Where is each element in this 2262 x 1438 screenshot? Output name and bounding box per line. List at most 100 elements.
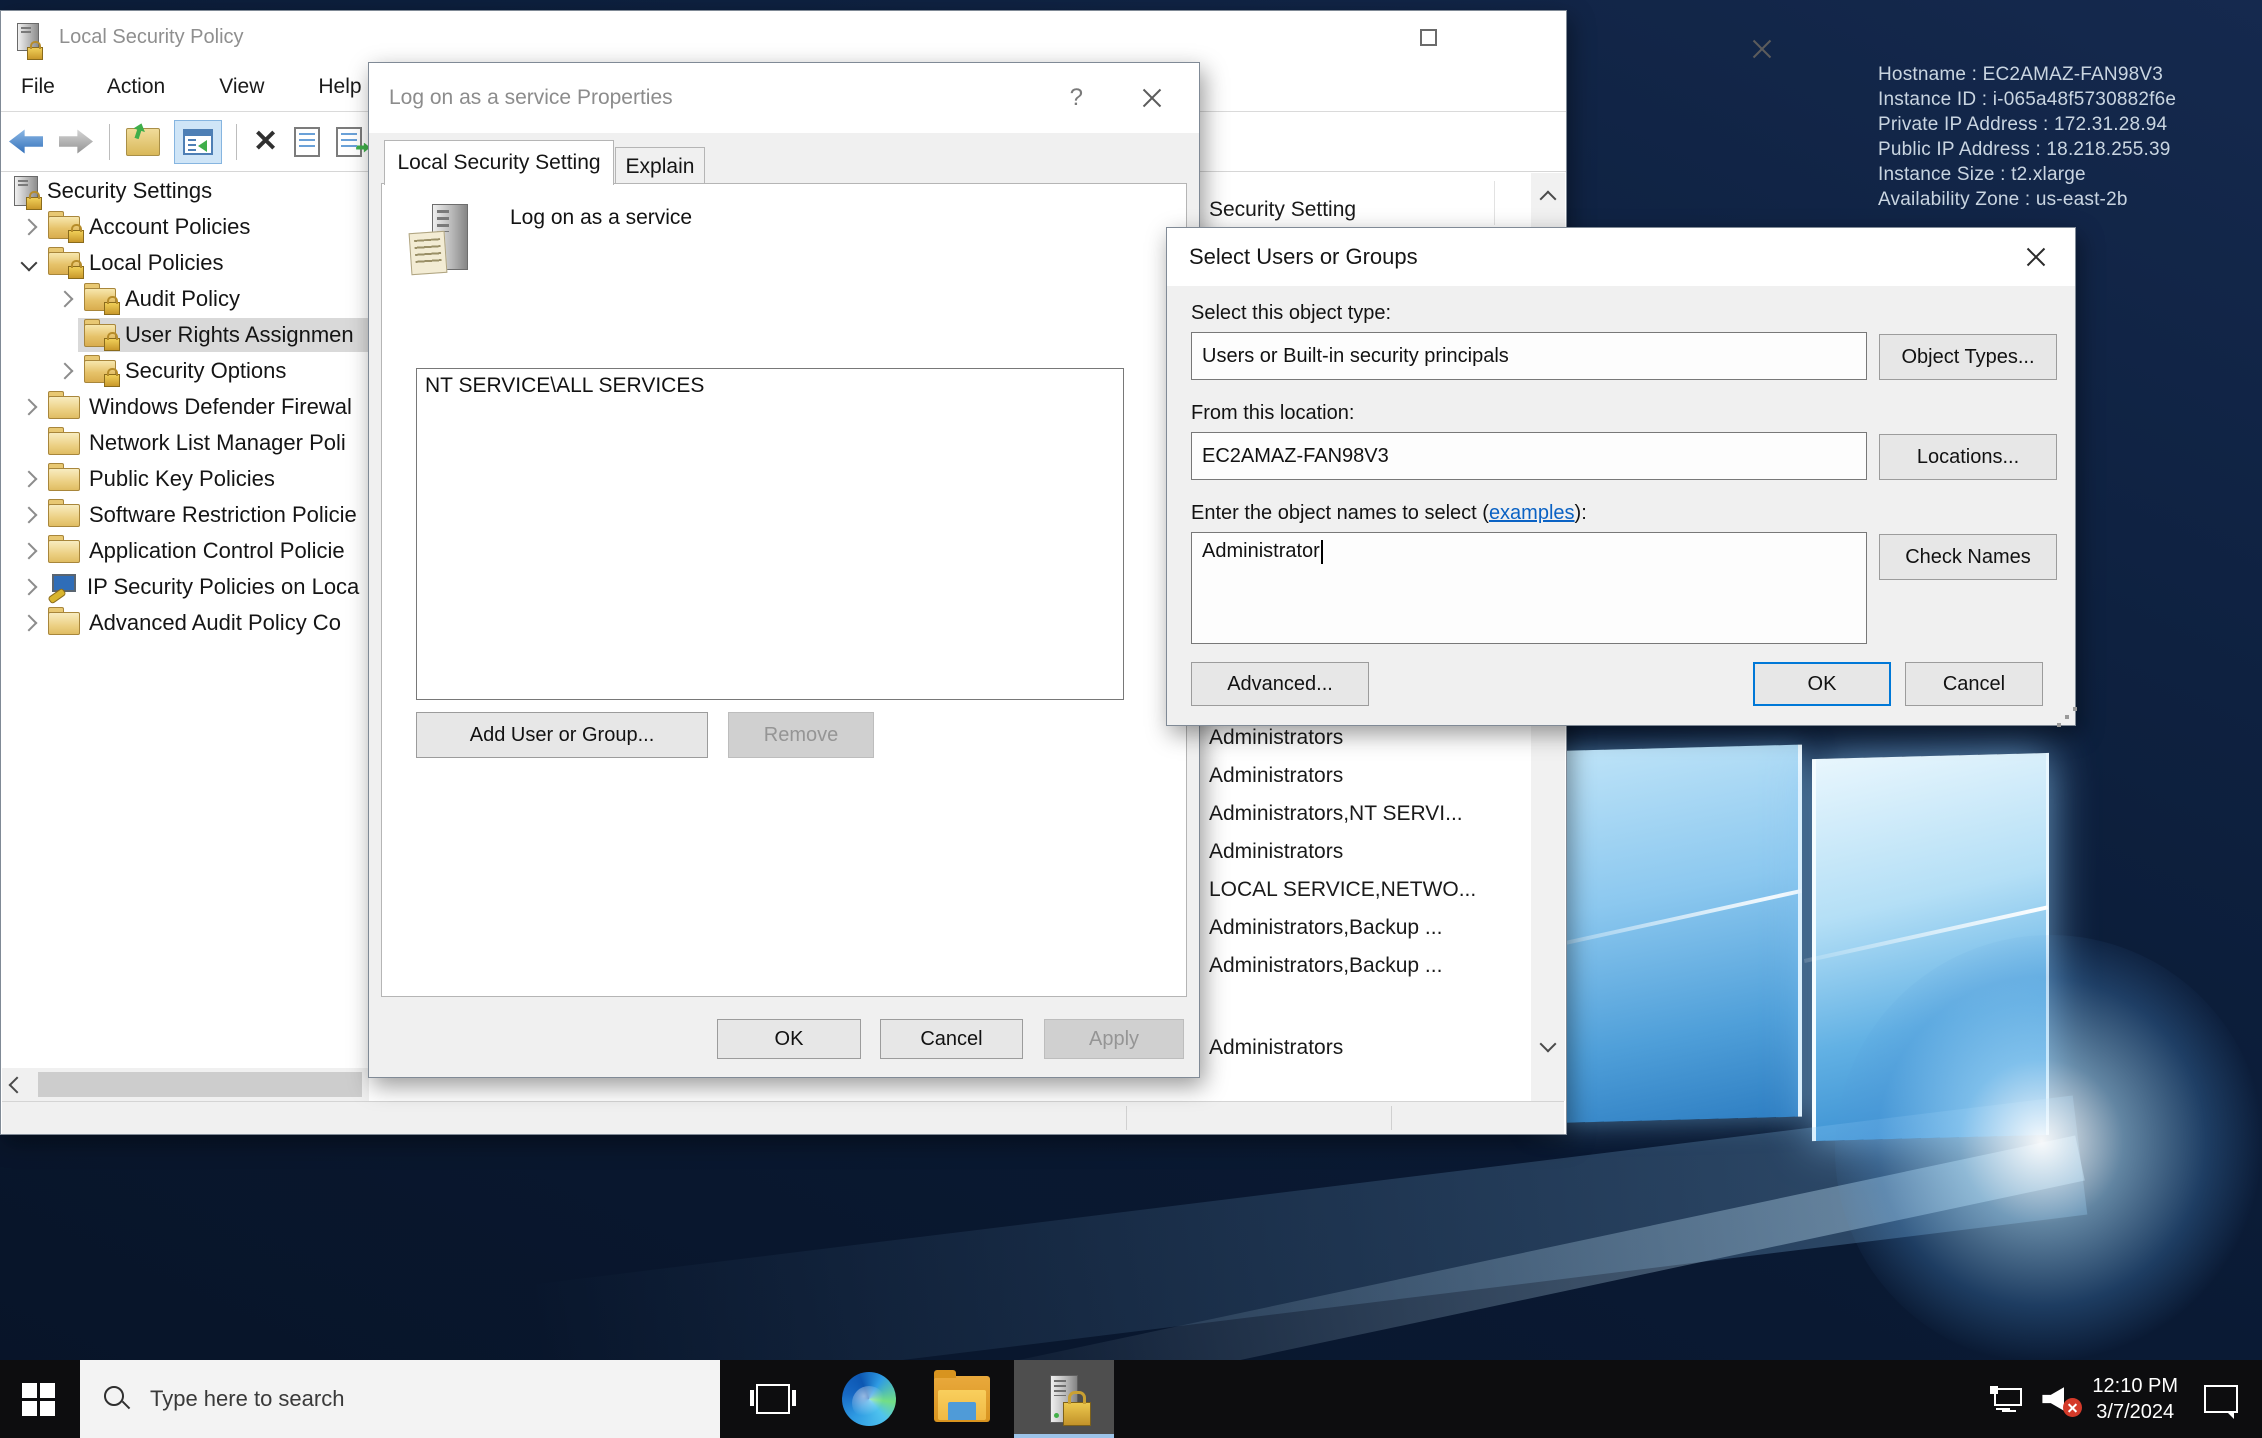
tree-item-ip-security-policies[interactable]: IP Security Policies on Loca	[2, 569, 369, 605]
chevron-right-icon[interactable]	[21, 579, 38, 596]
help-icon[interactable]: ?	[1070, 84, 1083, 112]
logon-service-properties-dialog: Log on as a service Properties ? Local S…	[368, 62, 1200, 1078]
column-header-security-setting[interactable]: Security Setting	[1199, 173, 1531, 231]
scroll-up-button[interactable]	[1531, 173, 1565, 225]
folder-icon	[48, 540, 80, 563]
search-input[interactable]	[148, 1385, 592, 1413]
file-explorer-button[interactable]	[922, 1360, 1002, 1438]
select-titlebar[interactable]: Select Users or Groups	[1167, 228, 2075, 286]
tree-item-windows-defender-firewall[interactable]: Windows Defender Firewal	[2, 389, 369, 425]
names-label: Enter the object names to select (exampl…	[1191, 502, 1587, 525]
dialog-title: Log on as a service Properties	[389, 86, 1070, 110]
list-item-empty[interactable]	[1199, 985, 1531, 1023]
mmc-titlebar[interactable]: Local Security Policy	[1, 11, 1566, 63]
back-icon[interactable]	[9, 129, 43, 155]
app-icon	[17, 23, 39, 56]
tab-local-security-setting[interactable]: Local Security Setting	[384, 140, 614, 185]
tree-item-public-key-policies[interactable]: Public Key Policies	[2, 461, 369, 497]
members-listbox[interactable]: NT SERVICE\ALL SERVICES	[416, 368, 1124, 700]
tab-explain[interactable]: Explain	[615, 147, 705, 185]
local-security-policy-taskbar-button[interactable]	[1014, 1360, 1114, 1438]
system-tray: 12:10 PM 3/7/2024	[1990, 1360, 2262, 1438]
apply-button[interactable]: Apply	[1044, 1019, 1184, 1059]
tree-item-network-list-manager[interactable]: Network List Manager Poli	[2, 425, 369, 461]
tree-item-application-control-policies[interactable]: Application Control Policie	[2, 533, 369, 569]
add-user-or-group-button[interactable]: Add User or Group...	[416, 712, 708, 758]
action-center-icon[interactable]	[2204, 1385, 2238, 1413]
examples-link[interactable]: examples	[1489, 502, 1575, 524]
resize-grip[interactable]	[2065, 715, 2069, 719]
taskbar-search[interactable]	[80, 1360, 720, 1438]
maximize-button[interactable]	[1420, 29, 1437, 46]
ec2-instance-id: Instance ID : i-065a48f5730882f6e	[1878, 87, 2176, 112]
object-type-field[interactable]: Users or Built-in security principals	[1191, 332, 1867, 380]
chevron-right-icon[interactable]	[21, 399, 38, 416]
close-icon[interactable]	[2023, 244, 2049, 270]
object-names-input[interactable]: Administrator	[1191, 532, 1867, 644]
location-label: From this location:	[1191, 402, 1354, 425]
member-item[interactable]: NT SERVICE\ALL SERVICES	[417, 369, 1123, 403]
cancel-button[interactable]: Cancel	[880, 1019, 1023, 1059]
list-item[interactable]: Administrators,Backup ...	[1199, 947, 1531, 985]
close-icon[interactable]	[1749, 36, 1775, 62]
export-up-icon[interactable]	[126, 128, 160, 156]
forward-icon[interactable]	[59, 129, 93, 155]
list-item[interactable]: Administrators	[1199, 833, 1531, 871]
tree-item-security-options[interactable]: Security Options	[2, 353, 369, 389]
check-names-button[interactable]: Check Names	[1879, 534, 2057, 580]
menu-help[interactable]: Help	[304, 75, 375, 99]
chevron-right-icon[interactable]	[57, 363, 74, 380]
menu-action[interactable]: Action	[93, 75, 179, 99]
tree-item-advanced-audit-policy[interactable]: Advanced Audit Policy Co	[2, 605, 369, 641]
chevron-right-icon[interactable]	[21, 471, 38, 488]
security-settings-icon	[14, 176, 38, 206]
tree-item-audit-policy[interactable]: Audit Policy	[2, 281, 369, 317]
ok-button[interactable]: OK	[1753, 662, 1891, 706]
location-field[interactable]: EC2AMAZ-FAN98V3	[1191, 432, 1867, 480]
horizontal-scrollbar[interactable]	[2, 1068, 369, 1101]
export-list-icon[interactable]	[336, 127, 362, 157]
chevron-right-icon[interactable]	[57, 291, 74, 308]
taskbar-clock[interactable]: 12:10 PM 3/7/2024	[2092, 1373, 2178, 1425]
object-types-button[interactable]: Object Types...	[1879, 334, 2057, 380]
edge-button[interactable]	[830, 1360, 908, 1438]
tree-item-software-restriction-policies[interactable]: Software Restriction Policie	[2, 497, 369, 533]
start-button[interactable]	[0, 1360, 76, 1438]
scroll-down-button[interactable]	[1531, 1021, 1565, 1067]
chevron-right-icon[interactable]	[21, 543, 38, 560]
scrollbar-thumb[interactable]	[38, 1072, 362, 1097]
properties-icon[interactable]	[294, 127, 320, 157]
text-caret	[1321, 540, 1323, 564]
chevron-right-icon[interactable]	[21, 507, 38, 524]
tree-root-security-settings[interactable]: Security Settings	[2, 173, 369, 209]
list-item[interactable]: LOCAL SERVICE,NETWO...	[1199, 871, 1531, 909]
chevron-right-icon[interactable]	[21, 615, 38, 632]
list-item[interactable]: Administrators	[1199, 1029, 1531, 1067]
ec2-instance-info: Hostname : EC2AMAZ-FAN98V3 Instance ID :…	[1878, 62, 2176, 212]
tree-item-local-policies[interactable]: Local Policies	[2, 245, 369, 281]
list-item[interactable]: Administrators,NT SERVI...	[1199, 795, 1531, 833]
locations-button[interactable]: Locations...	[1879, 434, 2057, 480]
show-console-tree-button[interactable]	[174, 120, 222, 164]
network-icon[interactable]	[1990, 1386, 2024, 1412]
delete-icon[interactable]: ✕	[253, 127, 278, 157]
chevron-right-icon[interactable]	[21, 219, 38, 236]
task-view-button[interactable]	[738, 1360, 808, 1438]
menu-view[interactable]: View	[205, 75, 278, 99]
tree-item-user-rights-assignment[interactable]: User Rights Assignmen	[2, 317, 369, 353]
ok-button[interactable]: OK	[717, 1019, 861, 1059]
advanced-button[interactable]: Advanced...	[1191, 662, 1369, 706]
props-titlebar[interactable]: Log on as a service Properties ?	[369, 63, 1199, 133]
list-item[interactable]: Administrators	[1199, 757, 1531, 795]
scroll-left-button[interactable]	[2, 1068, 32, 1101]
menu-file[interactable]: File	[7, 75, 69, 99]
list-item[interactable]: Administrators,Backup ...	[1199, 909, 1531, 947]
column-divider[interactable]	[1494, 181, 1495, 225]
chevron-down-icon[interactable]	[21, 255, 38, 272]
tree-item-account-policies[interactable]: Account Policies	[2, 209, 369, 245]
status-bar	[2, 1101, 1564, 1134]
remove-button[interactable]: Remove	[728, 712, 874, 758]
close-icon[interactable]	[1139, 85, 1165, 111]
cancel-button[interactable]: Cancel	[1905, 662, 2043, 706]
volume-muted-icon[interactable]	[2042, 1384, 2076, 1414]
